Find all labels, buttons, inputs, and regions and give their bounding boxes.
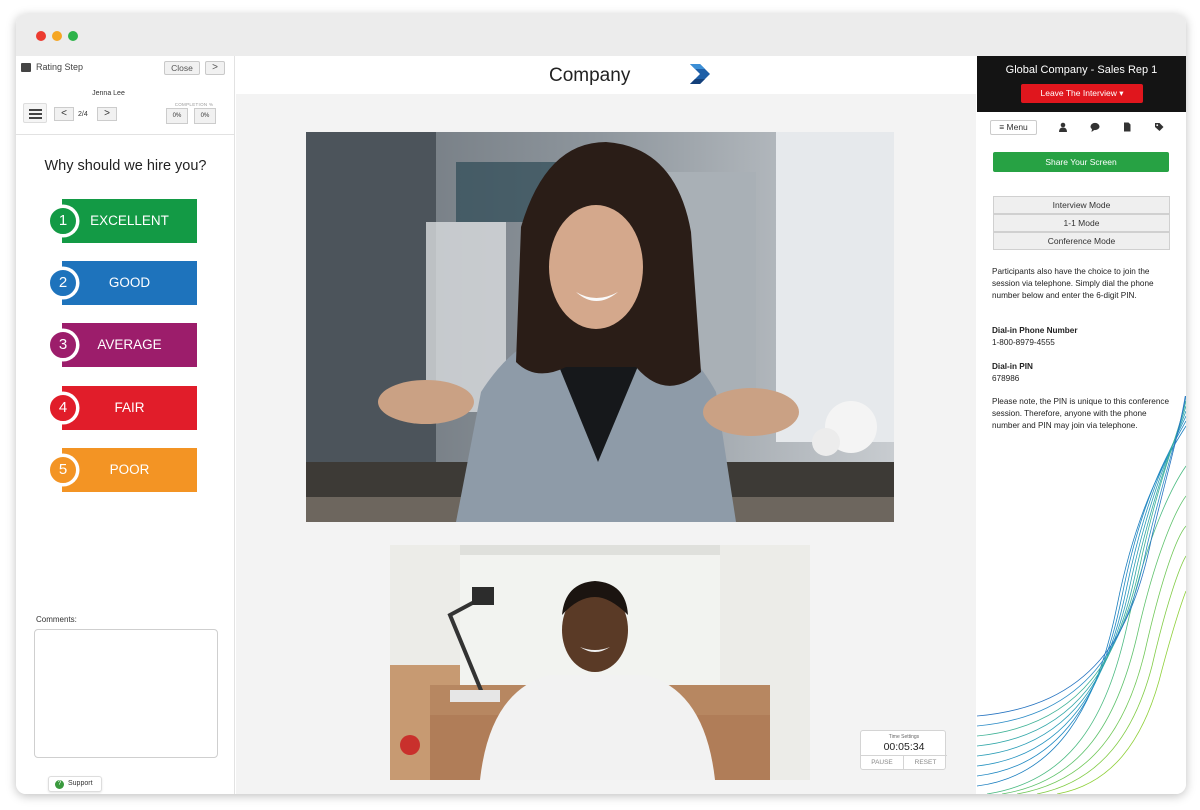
document-icon[interactable] (1122, 122, 1132, 132)
divider (16, 134, 235, 135)
support-label: Support (68, 780, 93, 787)
completion-badge: 0% (194, 108, 216, 124)
rating-step-icon (21, 63, 31, 72)
dial-in-pin: 678986 (992, 374, 1020, 383)
rating-label: EXCELLENT (90, 213, 169, 228)
zoom-window-button[interactable] (68, 31, 78, 41)
timer-widget: Time Settings 00:05:34 PAUSE RESET (860, 730, 947, 770)
dial-in-number-label: Dial-in Phone Number (992, 326, 1078, 335)
close-button[interactable]: Close (164, 61, 200, 75)
company-name: Company (549, 65, 631, 86)
rating-label: POOR (109, 462, 150, 477)
rating-number: 2 (48, 268, 78, 298)
timer-value: 00:05:34 (883, 741, 925, 753)
next-page-button[interactable]: > (97, 107, 117, 121)
rating-label: GOOD (108, 275, 151, 290)
title-bar (16, 14, 1186, 56)
secondary-video-feed (390, 545, 810, 780)
rating-number: 4 (48, 393, 78, 423)
timer-label: Time Settings (888, 734, 920, 740)
rating-option-excellent[interactable]: EXCELLENT 1 (48, 199, 198, 243)
user-icon[interactable] (1058, 122, 1068, 132)
video-stage: Company Time Settings 00:05:34 PAUSE RES… (236, 56, 976, 794)
prev-page-button[interactable]: < (54, 107, 74, 121)
tag-icon[interactable] (1154, 122, 1164, 132)
completion-label: COMPLETION % (174, 102, 214, 107)
rating-number: 3 (48, 330, 78, 360)
dial-in-info-text: Participants also have the choice to joi… (992, 267, 1154, 300)
company-header: Company (236, 56, 976, 94)
rating-number: 1 (48, 206, 78, 236)
leave-interview-button[interactable]: Leave The Interview ▾ (1021, 84, 1143, 103)
rating-option-average[interactable]: AVERAGE 3 (48, 323, 198, 367)
conference-mode-button[interactable]: Conference Mode (993, 232, 1170, 250)
completion-badge: 0% (166, 108, 188, 124)
app-window: Rating Step Close > Jenna Lee < 2/4 > CO… (16, 14, 1186, 794)
dial-in-number: 1-800-8979-4555 (992, 338, 1055, 347)
rating-option-fair[interactable]: FAIR 4 (48, 386, 198, 430)
menu-button[interactable]: ≡ Menu (990, 120, 1037, 135)
rating-number: 5 (48, 455, 78, 485)
comments-input[interactable] (34, 629, 218, 758)
list-icon[interactable] (23, 103, 47, 123)
one-on-one-mode-button[interactable]: 1-1 Mode (993, 214, 1170, 232)
rating-option-good[interactable]: GOOD 2 (48, 261, 198, 305)
decorative-wave (977, 396, 1186, 794)
question-text: Why should we hire you? (44, 158, 207, 174)
rating-label: AVERAGE (97, 337, 162, 352)
company-logo-icon (690, 64, 710, 84)
close-window-button[interactable] (36, 31, 46, 41)
page-indicator: 2/4 (78, 111, 88, 118)
comments-label: Comments: (36, 615, 77, 624)
rating-panel: Rating Step Close > Jenna Lee < 2/4 > CO… (16, 56, 235, 794)
candidate-name: Jenna Lee (92, 90, 125, 97)
chat-icon[interactable] (1090, 122, 1100, 132)
session-title: Global Company - Sales Rep 1 (1005, 64, 1158, 76)
session-panel: Global Company - Sales Rep 1 Leave The I… (977, 56, 1186, 794)
session-header: Global Company - Sales Rep 1 Leave The I… (977, 56, 1186, 112)
rating-panel-header: Rating Step Close > (16, 56, 235, 78)
interview-mode-button[interactable]: Interview Mode (993, 196, 1170, 214)
rating-label: FAIR (114, 400, 145, 415)
share-screen-button[interactable]: Share Your Screen (993, 152, 1169, 172)
dial-in-pin-label: Dial-in PIN (992, 362, 1033, 371)
pause-button[interactable]: PAUSE (861, 755, 904, 770)
rating-step-title: Rating Step (36, 62, 84, 72)
main-video-feed (306, 132, 894, 522)
minimize-window-button[interactable] (52, 31, 62, 41)
rating-option-poor[interactable]: POOR 5 (48, 448, 198, 492)
reset-button[interactable]: RESET (904, 755, 947, 770)
support-button[interactable]: ? Support (48, 776, 102, 792)
help-icon: ? (55, 780, 64, 789)
next-step-button[interactable]: > (205, 61, 225, 75)
